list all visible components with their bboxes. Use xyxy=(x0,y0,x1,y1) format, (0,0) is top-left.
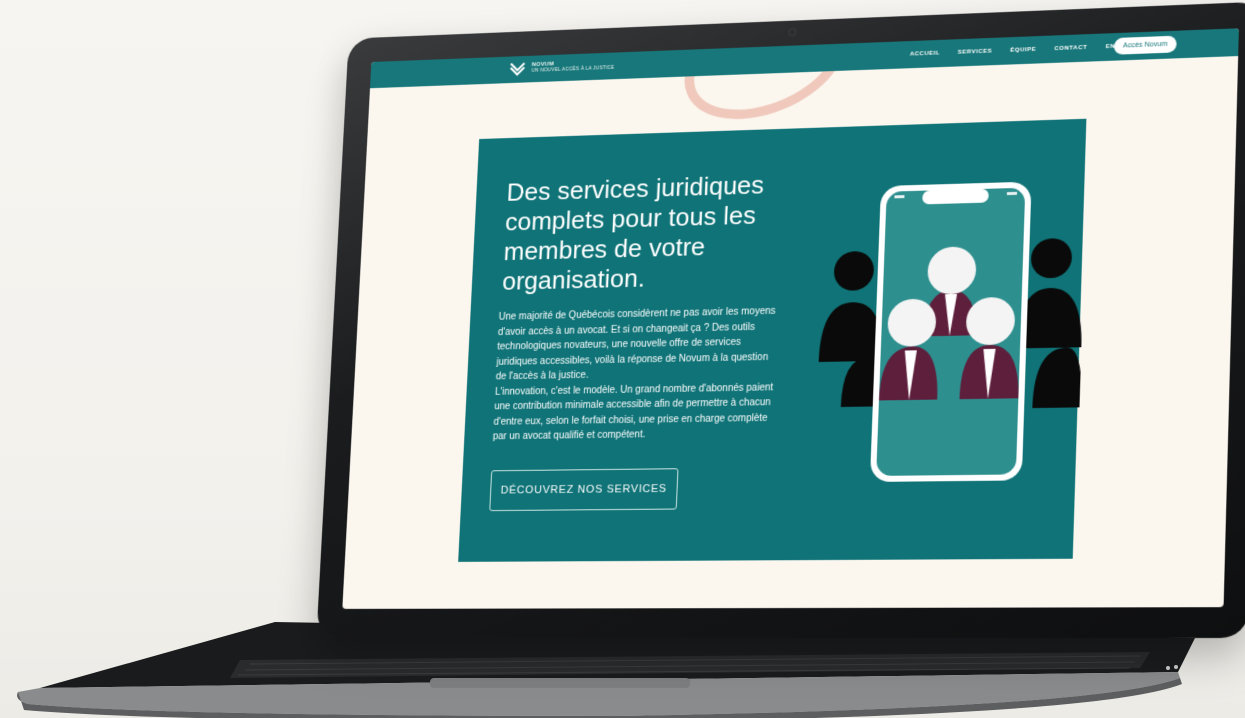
hero-paragraph: Une majorité de Québécois considèrent ne… xyxy=(495,305,776,383)
hero-paragraph: L'innovation, c'est le modèle. Un grand … xyxy=(492,381,774,443)
main-nav: ACCUEIL SERVICES ÉQUIPE CONTACT EN xyxy=(909,33,1115,68)
hero-description: Une majorité de Québécois considèrent ne… xyxy=(492,304,781,445)
logo-text: NOVUM UN NOUVEL ACCÈS À LA JUSTICE xyxy=(531,59,614,74)
novum-logo-icon xyxy=(509,60,527,78)
nav-item-equipe[interactable]: ÉQUIPE xyxy=(1010,47,1036,54)
nav-item-services[interactable]: SERVICES xyxy=(958,49,993,56)
webcam-icon xyxy=(788,28,797,37)
hero-title: Des services juridiques complets pour to… xyxy=(501,170,765,296)
nav-item-accueil[interactable]: ACCUEIL xyxy=(910,51,940,58)
browser-viewport: NOVUM UN NOUVEL ACCÈS À LA JUSTICE ACCUE… xyxy=(342,28,1239,609)
laptop-mockup-scene: NOVUM UN NOUVEL ACCÈS À LA JUSTICE ACCUE… xyxy=(0,0,1245,718)
hero-section: Des services juridiques complets pour to… xyxy=(458,118,1087,562)
nav-item-contact[interactable]: CONTACT xyxy=(1054,45,1087,52)
laptop-lid: NOVUM UN NOUVEL ACCÈS À LA JUSTICE ACCUE… xyxy=(316,1,1245,639)
site-logo[interactable]: NOVUM UN NOUVEL ACCÈS À LA JUSTICE xyxy=(509,56,615,77)
discover-services-button[interactable]: DÉCOUVREZ NOS SERVICES xyxy=(489,468,679,512)
acces-novum-button[interactable]: Accès Novum xyxy=(1113,35,1177,55)
hero-illustration xyxy=(818,181,1084,482)
